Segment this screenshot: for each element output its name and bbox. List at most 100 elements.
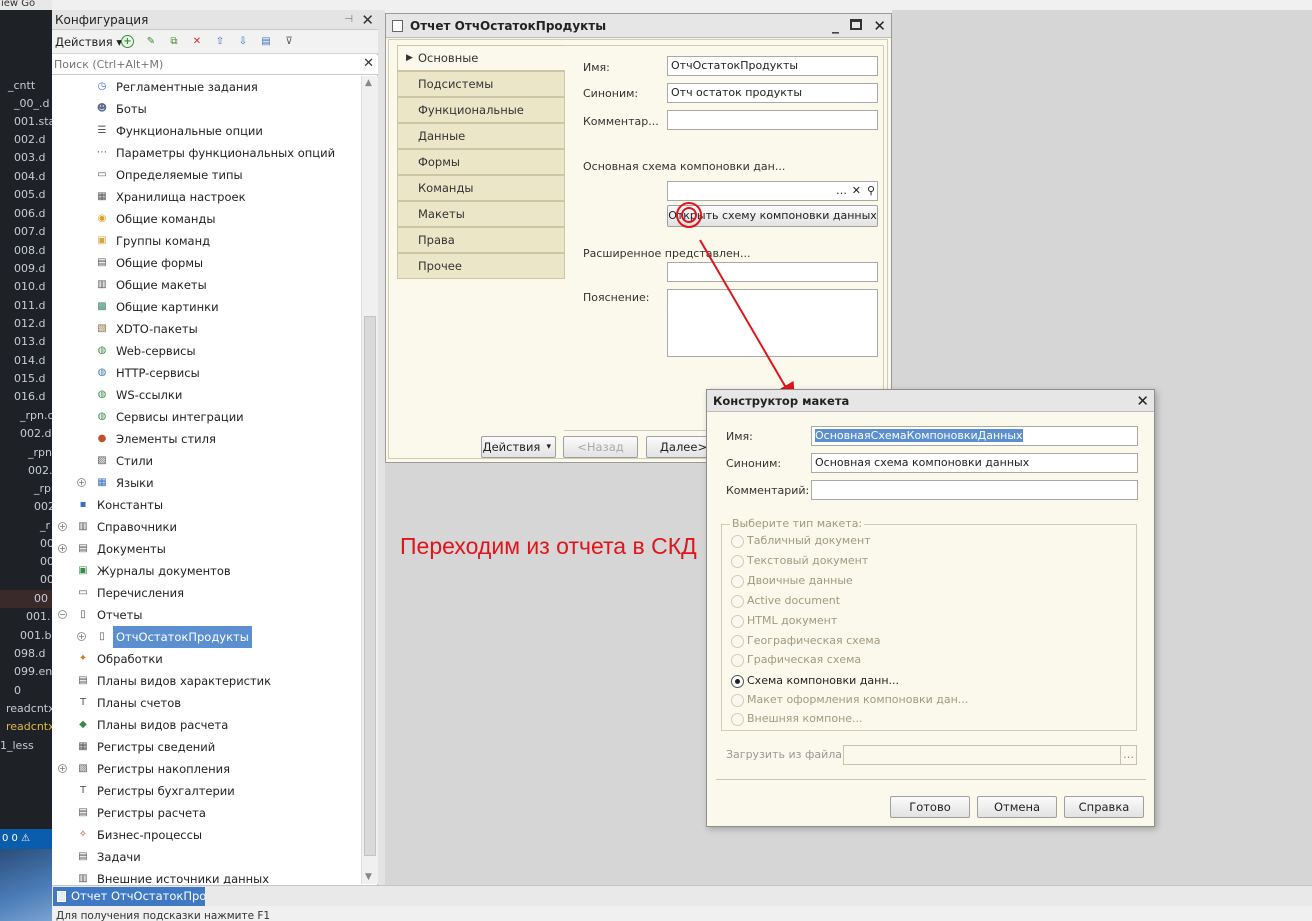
editor-file-item[interactable]: 001. — [0, 608, 52, 626]
tree-item[interactable]: ▥ Общие макеты — [52, 274, 361, 296]
tree-item[interactable]: ⋯ Параметры функциональных опций — [52, 142, 361, 164]
editor-file-item[interactable]: 004.d — [0, 168, 52, 186]
browse-icon[interactable]: … — [1120, 746, 1134, 764]
extended-field[interactable] — [667, 262, 878, 282]
filter-icon[interactable]: ⊽ — [282, 35, 296, 49]
tree-item[interactable]: ▤ Регистры расчета — [52, 802, 361, 824]
tree-item[interactable]: + ▥ Справочники — [52, 516, 361, 538]
tab-7[interactable]: Права — [397, 227, 565, 253]
editor-file-item[interactable]: 00 — [0, 535, 52, 553]
editor-file-item[interactable]: 006.d — [0, 205, 52, 223]
tree-item[interactable]: + ▧ Регистры накопления — [52, 758, 361, 780]
editor-file-item[interactable]: 001.sta — [0, 113, 52, 131]
minimize-icon[interactable]: _ — [832, 14, 839, 38]
editor-file-item[interactable]: 001.b — [0, 627, 52, 645]
actions-menu[interactable]: Действия ▾ — [55, 30, 122, 54]
load-from-file-field[interactable]: … — [843, 745, 1137, 765]
dialog-comment-field[interactable] — [811, 480, 1138, 500]
editor-file-item[interactable]: 003.d — [0, 149, 52, 167]
editor-file-item[interactable]: readcntx — [0, 700, 52, 718]
tree-item[interactable]: ◍ WS-ссылки — [52, 384, 361, 406]
scroll-up-icon[interactable]: ▲ — [365, 78, 372, 88]
tree-item[interactable]: ▧ XDTO-пакеты — [52, 318, 361, 340]
expand-toggle-icon[interactable]: + — [58, 764, 67, 773]
editor-file-item[interactable]: 009.d — [0, 260, 52, 278]
actions-button[interactable]: Действия ▾ — [481, 436, 556, 458]
tree-item[interactable]: ● Элементы стиля — [52, 428, 361, 450]
tree-item[interactable]: + ▤ Документы — [52, 538, 361, 560]
note-field[interactable] — [667, 289, 878, 357]
open-schema-button[interactable]: Открыть схему компоновки данных — [667, 205, 878, 227]
tree-item[interactable]: ☻ Боты — [52, 98, 361, 120]
dialog-name-field[interactable]: ОсновнаяСхемаКомпоновкиДанных — [811, 426, 1138, 446]
tree-item[interactable]: ▭ Определяемые типы — [52, 164, 361, 186]
editor-file-item[interactable]: 005.d — [0, 186, 52, 204]
tree-item[interactable]: ◉ Общие команды — [52, 208, 361, 230]
editor-file-item[interactable]: 1_less — [0, 737, 52, 755]
tree-item[interactable]: ▪ Константы — [52, 494, 361, 516]
move-up-icon[interactable]: ⇧ — [213, 35, 227, 49]
tree-item[interactable]: ◍ Web-сервисы — [52, 340, 361, 362]
tree-item[interactable]: Т Планы счетов — [52, 692, 361, 714]
search-icon[interactable]: ⚲ — [867, 182, 875, 200]
name-field[interactable]: ОтчОстатокПродукты — [667, 56, 878, 76]
editor-file-item[interactable]: 00 — [0, 571, 52, 589]
editor-file-item[interactable]: 002.d — [0, 425, 52, 443]
back-button[interactable]: <Назад — [563, 436, 638, 458]
expand-toggle-icon[interactable]: + — [58, 522, 67, 531]
select-icon[interactable]: … — [836, 182, 847, 200]
tree-scrollbar[interactable]: ▲ ▼ — [361, 76, 378, 884]
tree-item[interactable]: ▦ Хранилища настроек — [52, 186, 361, 208]
tree-item[interactable]: ▦ Регистры сведений — [52, 736, 361, 758]
tree-item[interactable]: + ▯ ОтчОстатокПродукты — [52, 626, 361, 648]
type-radio[interactable]: Графическая схема — [731, 651, 861, 669]
maximize-icon[interactable] — [850, 19, 862, 30]
clear-icon[interactable]: ✕ — [852, 182, 861, 200]
tab-2[interactable]: Функциональные опции — [397, 97, 565, 141]
tab-8[interactable]: Прочее — [397, 253, 565, 279]
delete-icon[interactable]: ✕ — [190, 35, 204, 49]
type-radio[interactable]: Внешняя компоне... — [731, 710, 863, 728]
editor-file-item[interactable]: _rp — [0, 480, 52, 498]
editor-file-item[interactable]: 002 — [0, 498, 52, 516]
tree-item[interactable]: ◷ Регламентные задания — [52, 76, 361, 98]
editor-file-item[interactable]: 011.d — [0, 297, 52, 315]
search-input[interactable] — [52, 55, 358, 74]
tree-item[interactable]: ▥ Внешние источники данных — [52, 868, 361, 884]
synonym-field[interactable]: Отч остаток продукты — [667, 83, 878, 103]
editor-file-item[interactable]: 00 — [0, 553, 52, 571]
config-search[interactable]: ✕ — [52, 55, 378, 75]
editor-file-item[interactable]: 016.d — [0, 388, 52, 406]
close-icon[interactable]: ✕ — [873, 14, 886, 38]
editor-file-item[interactable]: 014.d — [0, 352, 52, 370]
close-icon[interactable]: ✕ — [361, 10, 374, 30]
tree-item[interactable]: ◍ HTTP-сервисы — [52, 362, 361, 384]
editor-file-item[interactable]: _00_.d — [0, 95, 52, 113]
move-down-icon[interactable]: ⇩ — [236, 35, 250, 49]
pin-icon[interactable]: ⊣ — [344, 10, 353, 30]
expand-toggle-icon[interactable]: − — [58, 610, 67, 619]
editor-file-item[interactable]: 008.d — [0, 242, 52, 260]
tree-item[interactable]: + ▦ Языки — [52, 472, 361, 494]
tab-0[interactable]: ▶ Основные — [397, 45, 565, 71]
splitter[interactable] — [378, 10, 385, 885]
tree-item[interactable]: ▣ Журналы документов — [52, 560, 361, 582]
schema-field[interactable]: … ✕ ⚲ — [667, 181, 878, 201]
editor-file-item[interactable]: 007.d — [0, 223, 52, 241]
taskbar-item[interactable]: Отчет ОтчОстатокПро... — [53, 887, 205, 906]
tree-item[interactable]: ◆ Планы видов расчета — [52, 714, 361, 736]
editor-file-item[interactable]: 010.d — [0, 278, 52, 296]
editor-file-item[interactable]: 002.d — [0, 131, 52, 149]
tree-item[interactable]: − ▯ Отчеты — [52, 604, 361, 626]
tab-1[interactable]: Подсистемы — [397, 71, 565, 97]
tree-item[interactable]: ✧ Бизнес-процессы — [52, 824, 361, 846]
tree-item[interactable]: Т Регистры бухгалтерии — [52, 780, 361, 802]
tree-item[interactable]: ▭ Перечисления — [52, 582, 361, 604]
editor-file-item[interactable]: _cntt — [0, 77, 52, 95]
type-radio[interactable]: Схема компоновки данн... — [731, 672, 899, 690]
editor-file-item[interactable]: 002. — [0, 462, 52, 480]
sort-icon[interactable]: ▤ — [259, 35, 273, 49]
dialog-synonym-field[interactable]: Основная схема компоновки данных — [811, 453, 1138, 473]
edit-icon[interactable]: ✎ — [144, 35, 158, 49]
tree-item[interactable]: ▨ Стили — [52, 450, 361, 472]
